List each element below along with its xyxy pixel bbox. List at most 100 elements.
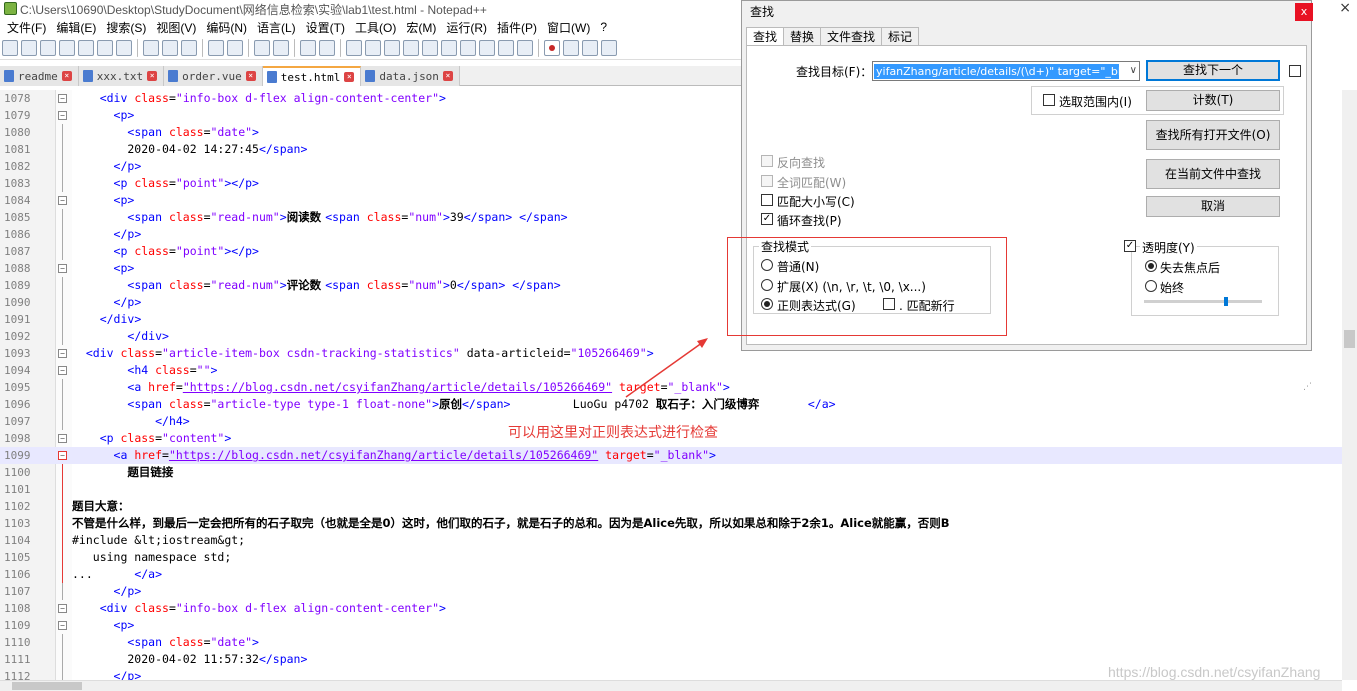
paste-icon[interactable] xyxy=(181,39,197,56)
save-icon[interactable] xyxy=(40,39,56,56)
code-line[interactable]: 1099− <a href="https://blog.csdn.net/csy… xyxy=(0,447,1342,464)
code-line[interactable]: 1095 <a href="https://blog.csdn.net/csyi… xyxy=(0,379,1342,396)
menu-item[interactable]: 编辑(E) xyxy=(51,19,101,36)
menu-item[interactable]: 插件(P) xyxy=(492,19,542,36)
monitoring-icon[interactable] xyxy=(517,39,533,56)
zoom-out-icon[interactable] xyxy=(319,39,335,56)
vertical-scrollbar[interactable] xyxy=(1342,90,1357,680)
menu-item[interactable]: 搜索(S) xyxy=(101,19,151,36)
find-all-open-button[interactable]: 查找所有打开文件(O) xyxy=(1146,120,1280,150)
transparency-slider-knob[interactable] xyxy=(1224,297,1228,306)
find-dialog-tab[interactable]: 标记 xyxy=(881,27,920,46)
transparency-lose-focus-radio[interactable] xyxy=(1145,260,1157,272)
menu-item[interactable]: 窗口(W) xyxy=(542,19,595,36)
fold-toggle-icon[interactable]: − xyxy=(58,111,67,120)
tab-close-icon[interactable]: × xyxy=(442,71,453,81)
code-line[interactable]: 1100 题目链接 xyxy=(0,464,1342,481)
file-tab[interactable]: test.html × xyxy=(262,66,362,86)
cut-icon[interactable] xyxy=(143,39,159,56)
code-line[interactable]: 1101 xyxy=(0,481,1342,498)
sync-horizontal-icon[interactable] xyxy=(365,39,381,56)
whole-word-checkbox[interactable] xyxy=(761,175,773,187)
code-line[interactable]: 1102 题目大意： xyxy=(0,498,1342,515)
function-list-icon[interactable] xyxy=(479,39,495,56)
fold-toggle-icon[interactable]: − xyxy=(58,434,67,443)
chevron-down-icon[interactable]: ∨ xyxy=(1130,65,1137,76)
file-tab[interactable]: xxx.txt × xyxy=(78,66,165,86)
dialog-pin-checkbox[interactable] xyxy=(1289,65,1301,77)
horizontal-scrollbar[interactable] xyxy=(0,680,1342,691)
code-line[interactable]: 1110 <span class="date"> xyxy=(0,634,1342,651)
macro-record-icon[interactable] xyxy=(544,39,560,56)
print-icon[interactable] xyxy=(116,39,132,56)
sync-vertical-icon[interactable] xyxy=(346,39,362,56)
menu-item[interactable]: 视图(V) xyxy=(151,19,201,36)
code-line[interactable]: 1106... </a> xyxy=(0,566,1342,583)
menu-item[interactable]: 编码(N) xyxy=(201,19,252,36)
resize-grip-icon[interactable]: ⋰ xyxy=(1303,382,1312,392)
save-all-icon[interactable] xyxy=(59,39,75,56)
indent-guide-icon[interactable] xyxy=(422,39,438,56)
tab-close-icon[interactable]: × xyxy=(245,71,256,81)
close-all-icon[interactable] xyxy=(97,39,113,56)
menu-item[interactable]: 工具(O) xyxy=(350,19,401,36)
open-file-icon[interactable] xyxy=(21,39,37,56)
menu-item[interactable]: 设置(T) xyxy=(301,19,350,36)
new-file-icon[interactable] xyxy=(2,39,18,56)
tab-close-icon[interactable]: × xyxy=(344,72,355,82)
code-line[interactable]: 1103 不管是什么样，到最后一定会把所有的石子取完（也就是全是0）这时，他们取的… xyxy=(0,515,1342,532)
transparency-checkbox[interactable]: ✓ xyxy=(1124,240,1136,252)
count-button[interactable]: 计数(T) xyxy=(1146,90,1280,111)
close-file-icon[interactable] xyxy=(78,39,94,56)
transparency-slider[interactable] xyxy=(1144,297,1262,306)
find-dialog-tab[interactable]: 查找 xyxy=(746,27,785,47)
find-dialog-tab[interactable]: 文件查找 xyxy=(820,27,883,46)
menu-item[interactable]: 文件(F) xyxy=(2,19,51,36)
tab-close-icon[interactable]: × xyxy=(147,71,158,81)
transparency-always-radio[interactable] xyxy=(1145,280,1157,292)
code-line[interactable]: 1104 #include &lt;iostream&gt; xyxy=(0,532,1342,549)
folder-workspace-icon[interactable] xyxy=(498,39,514,56)
menu-item[interactable]: 语言(L) xyxy=(252,19,301,36)
code-line[interactable]: 1096 <span class="article-type type-1 fl… xyxy=(0,396,1342,413)
find-dialog-tab[interactable]: 替换 xyxy=(783,27,822,46)
undo-icon[interactable] xyxy=(208,39,224,56)
match-case-checkbox[interactable] xyxy=(761,194,773,206)
tab-close-icon[interactable]: × xyxy=(61,71,72,81)
file-tab[interactable]: readme × xyxy=(0,66,79,86)
window-close-icon[interactable]: × xyxy=(1339,0,1351,16)
redo-icon[interactable] xyxy=(227,39,243,56)
fold-toggle-icon[interactable]: − xyxy=(58,94,67,103)
horizontal-scrollbar-thumb[interactable] xyxy=(12,682,82,690)
code-line[interactable]: 1107 </p> xyxy=(0,583,1342,600)
macro-play-icon[interactable] xyxy=(582,39,598,56)
vertical-scrollbar-thumb[interactable] xyxy=(1344,330,1355,348)
word-wrap-icon[interactable] xyxy=(384,39,400,56)
code-line[interactable]: 1094 − <h4 class=""> xyxy=(0,362,1342,379)
find-all-current-button[interactable]: 在当前文件中查找 xyxy=(1146,159,1280,189)
find-target-input[interactable]: yifanZhang/article/details/(\d+)" target… xyxy=(872,61,1140,81)
macro-stop-icon[interactable] xyxy=(563,39,579,56)
menu-item[interactable]: 宏(M) xyxy=(401,19,441,36)
fold-toggle-icon[interactable]: − xyxy=(58,349,67,358)
menu-item[interactable]: ? xyxy=(595,20,612,34)
fold-toggle-icon[interactable]: − xyxy=(58,366,67,375)
code-line[interactable]: 1105 using namespace std; xyxy=(0,549,1342,566)
fold-toggle-icon[interactable]: − xyxy=(58,264,67,273)
in-selection-checkbox[interactable] xyxy=(1043,94,1055,106)
file-tab[interactable]: order.vue × xyxy=(164,66,263,86)
code-line[interactable]: 1109 − <p> xyxy=(0,617,1342,634)
code-line[interactable]: 1108 − <div class="info-box d-flex align-… xyxy=(0,600,1342,617)
doc-map-icon[interactable] xyxy=(460,39,476,56)
fold-toggle-icon[interactable]: − xyxy=(58,451,67,460)
macro-run-multiple-icon[interactable] xyxy=(601,39,617,56)
backward-checkbox[interactable] xyxy=(761,155,773,167)
user-language-icon[interactable] xyxy=(441,39,457,56)
wrap-around-checkbox[interactable]: ✓ xyxy=(761,213,773,225)
fold-toggle-icon[interactable]: − xyxy=(58,604,67,613)
menu-item[interactable]: 运行(R) xyxy=(441,19,492,36)
find-dialog-close-icon[interactable]: x xyxy=(1295,3,1313,21)
file-tab[interactable]: data.json × xyxy=(361,66,460,86)
show-all-chars-icon[interactable] xyxy=(403,39,419,56)
fold-toggle-icon[interactable]: − xyxy=(58,621,67,630)
